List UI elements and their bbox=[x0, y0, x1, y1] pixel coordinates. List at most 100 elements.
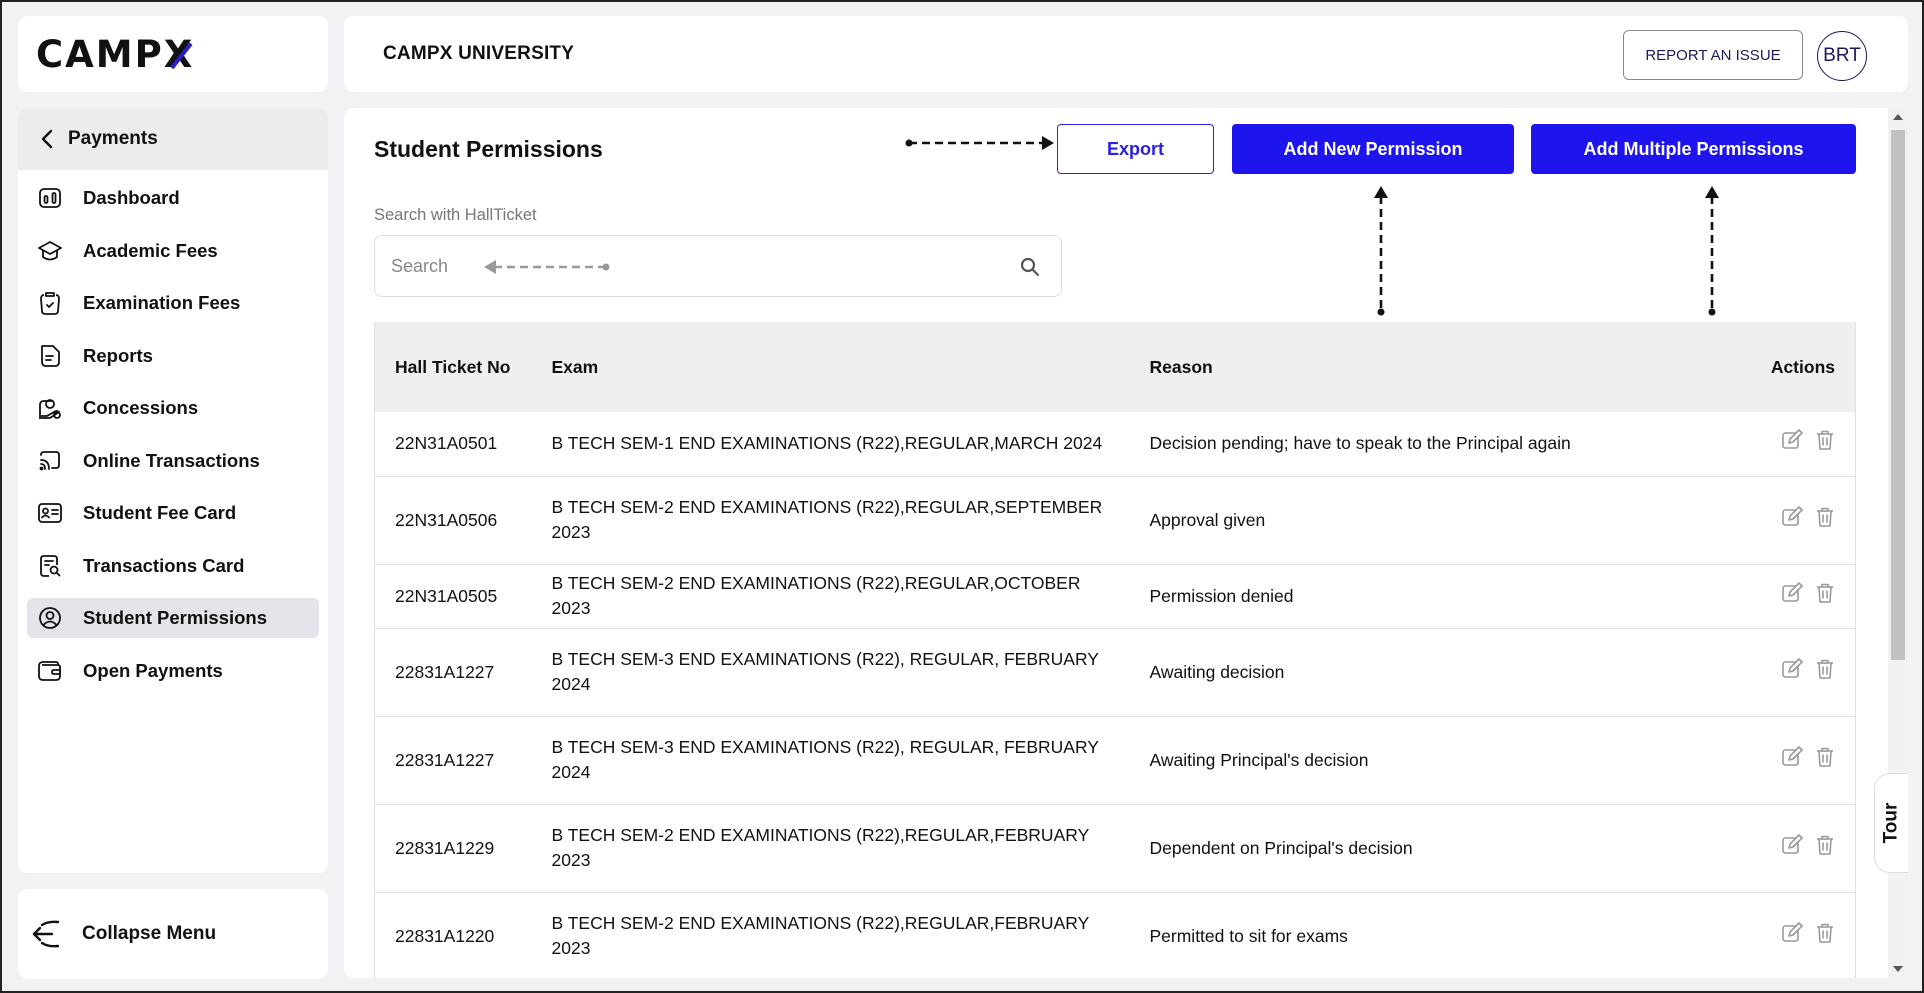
chevron-left-icon bbox=[41, 129, 53, 149]
table-row: 22831A1220 B TECH SEM-2 END EXAMINATIONS … bbox=[374, 892, 1856, 978]
cell-reason: Approval given bbox=[1129, 476, 1746, 565]
cell-actions bbox=[1745, 628, 1856, 717]
sidebar-item-label: Online Transactions bbox=[83, 449, 260, 471]
sidebar-item-transactions-card[interactable]: Transactions Card bbox=[27, 546, 319, 586]
edit-icon[interactable] bbox=[1781, 921, 1803, 951]
cell-actions bbox=[1745, 412, 1856, 477]
cell-actions bbox=[1745, 476, 1856, 565]
sidebar-item-label: Open Payments bbox=[83, 659, 223, 681]
wallet-icon bbox=[37, 658, 63, 684]
delete-icon[interactable] bbox=[1815, 922, 1835, 951]
edit-icon[interactable] bbox=[1781, 429, 1803, 458]
scroll-thumb[interactable] bbox=[1891, 130, 1905, 660]
sidebar-item-student-permissions[interactable]: Student Permissions bbox=[27, 598, 319, 638]
cell-exam: B TECH SEM-1 END EXAMINATIONS (R22),REGU… bbox=[531, 412, 1130, 477]
cell-hall-ticket: 22N31A0501 bbox=[374, 412, 532, 477]
collapse-arrow-icon bbox=[32, 920, 60, 948]
cell-actions bbox=[1745, 892, 1856, 978]
sidebar-back-payments[interactable]: Payments bbox=[18, 108, 328, 170]
header-exam: Exam bbox=[551, 356, 599, 377]
cell-actions bbox=[1745, 564, 1856, 629]
transactions-card-icon bbox=[37, 553, 63, 579]
add-multiple-permissions-button[interactable]: Add Multiple Permissions bbox=[1531, 124, 1856, 174]
report-icon bbox=[37, 343, 63, 369]
sidebar-item-examination-fees[interactable]: Examination Fees bbox=[27, 283, 319, 323]
online-transaction-icon bbox=[37, 448, 63, 474]
cell-reason: Permission denied bbox=[1129, 564, 1746, 629]
table-row: 22N31A0505 B TECH SEM-2 END EXAMINATIONS … bbox=[374, 564, 1856, 629]
delete-icon[interactable] bbox=[1815, 429, 1835, 458]
sidebar-item-online-transactions[interactable]: Online Transactions bbox=[27, 441, 319, 481]
table-row: 22831A1227 B TECH SEM-3 END EXAMINATIONS … bbox=[374, 628, 1856, 717]
annotation-arrow-add-multi bbox=[1705, 186, 1719, 316]
add-new-permission-button[interactable]: Add New Permission bbox=[1232, 124, 1514, 174]
collapse-menu-button[interactable]: Collapse Menu bbox=[18, 889, 328, 979]
scroll-up-arrow-icon[interactable] bbox=[1893, 114, 1903, 120]
sidebar-item-label: Transactions Card bbox=[83, 554, 245, 576]
student-permissions-icon bbox=[37, 605, 63, 631]
search-box bbox=[374, 235, 1062, 297]
report-issue-button[interactable]: REPORT AN ISSUE bbox=[1623, 30, 1803, 80]
collapse-menu-label: Collapse Menu bbox=[82, 923, 217, 944]
sidebar-item-label: Reports bbox=[83, 344, 153, 366]
cell-exam: B TECH SEM-3 END EXAMINATIONS (R22), REG… bbox=[531, 716, 1130, 805]
header-actions: Actions bbox=[1770, 356, 1835, 377]
cell-exam: B TECH SEM-3 END EXAMINATIONS (R22), REG… bbox=[531, 628, 1130, 717]
delete-icon[interactable] bbox=[1815, 582, 1835, 611]
edit-icon[interactable] bbox=[1781, 505, 1803, 535]
search-input[interactable] bbox=[391, 250, 991, 282]
cell-actions bbox=[1745, 716, 1856, 805]
sidebar-item-dashboard[interactable]: Dashboard bbox=[27, 178, 319, 218]
delete-icon[interactable] bbox=[1815, 746, 1835, 775]
delete-icon[interactable] bbox=[1815, 834, 1835, 863]
delete-icon[interactable] bbox=[1815, 506, 1835, 535]
search-icon[interactable] bbox=[1019, 256, 1041, 283]
tour-label: Tour bbox=[1880, 802, 1902, 844]
sidebar-item-student-fee-card[interactable]: Student Fee Card bbox=[27, 493, 319, 533]
graduation-cap-icon bbox=[37, 238, 63, 264]
university-name: CAMPX UNIVERSITY bbox=[383, 43, 575, 64]
edit-icon[interactable] bbox=[1781, 745, 1803, 775]
cell-hall-ticket: 22N31A0506 bbox=[374, 476, 532, 565]
edit-icon[interactable] bbox=[1781, 833, 1803, 863]
table-row: 22831A1229 B TECH SEM-2 END EXAMINATIONS … bbox=[374, 804, 1856, 893]
table-header-row: Hall Ticket No Exam Reason Actions bbox=[374, 322, 1856, 412]
header-reason: Reason bbox=[1149, 356, 1213, 377]
delete-icon[interactable] bbox=[1815, 658, 1835, 687]
sidebar-item-label: Dashboard bbox=[83, 187, 180, 208]
cell-exam: B TECH SEM-2 END EXAMINATIONS (R22),REGU… bbox=[531, 892, 1130, 978]
user-avatar[interactable]: BRT bbox=[1817, 31, 1867, 81]
cell-hall-ticket: 22831A1227 bbox=[374, 628, 532, 717]
table-row: 22831A1227 B TECH SEM-3 END EXAMINATIONS … bbox=[374, 716, 1856, 805]
logo-x: X bbox=[163, 32, 195, 76]
edit-icon[interactable] bbox=[1781, 581, 1803, 611]
cell-reason: Dependent on Principal's decision bbox=[1129, 804, 1746, 893]
cell-exam: B TECH SEM-2 END EXAMINATIONS (R22),REGU… bbox=[531, 476, 1130, 565]
campx-logo: CAMPX bbox=[36, 33, 194, 76]
cell-hall-ticket: 22831A1227 bbox=[374, 716, 532, 805]
logo-card: CAMPX bbox=[18, 16, 328, 92]
sidebar-item-open-payments[interactable]: Open Payments bbox=[27, 651, 319, 691]
export-button[interactable]: Export bbox=[1057, 124, 1214, 174]
sidebar-back-label: Payments bbox=[68, 128, 158, 149]
sidebar-item-reports[interactable]: Reports bbox=[27, 336, 319, 376]
sidebar-nav: Dashboard Academic Fees Examination Fees… bbox=[18, 170, 328, 691]
id-card-icon bbox=[37, 500, 63, 526]
top-header: CAMPX UNIVERSITY REPORT AN ISSUE BRT bbox=[344, 16, 1908, 92]
clipboard-icon bbox=[37, 290, 63, 316]
edit-icon[interactable] bbox=[1781, 657, 1803, 687]
cell-reason: Permitted to sit for exams bbox=[1129, 892, 1746, 978]
cell-hall-ticket: 22831A1229 bbox=[374, 804, 532, 893]
sidebar-item-academic-fees[interactable]: Academic Fees bbox=[27, 231, 319, 271]
sidebar: Payments Dashboard Academic Fees Examina… bbox=[18, 108, 328, 873]
sidebar-item-concessions[interactable]: Concessions bbox=[27, 388, 319, 428]
sidebar-item-label: Academic Fees bbox=[83, 239, 218, 261]
annotation-arrow-export bbox=[905, 136, 1054, 150]
main-content: Student Permissions Export Add New Permi… bbox=[344, 108, 1908, 978]
annotation-arrow-add bbox=[1374, 186, 1388, 316]
tour-tab[interactable]: Tour bbox=[1874, 773, 1908, 873]
permissions-table: Hall Ticket No Exam Reason Actions 22N31… bbox=[374, 322, 1856, 978]
sidebar-item-label: Student Fee Card bbox=[83, 502, 237, 523]
scroll-down-arrow-icon[interactable] bbox=[1893, 966, 1903, 972]
sidebar-item-label: Student Permissions bbox=[83, 607, 268, 628]
